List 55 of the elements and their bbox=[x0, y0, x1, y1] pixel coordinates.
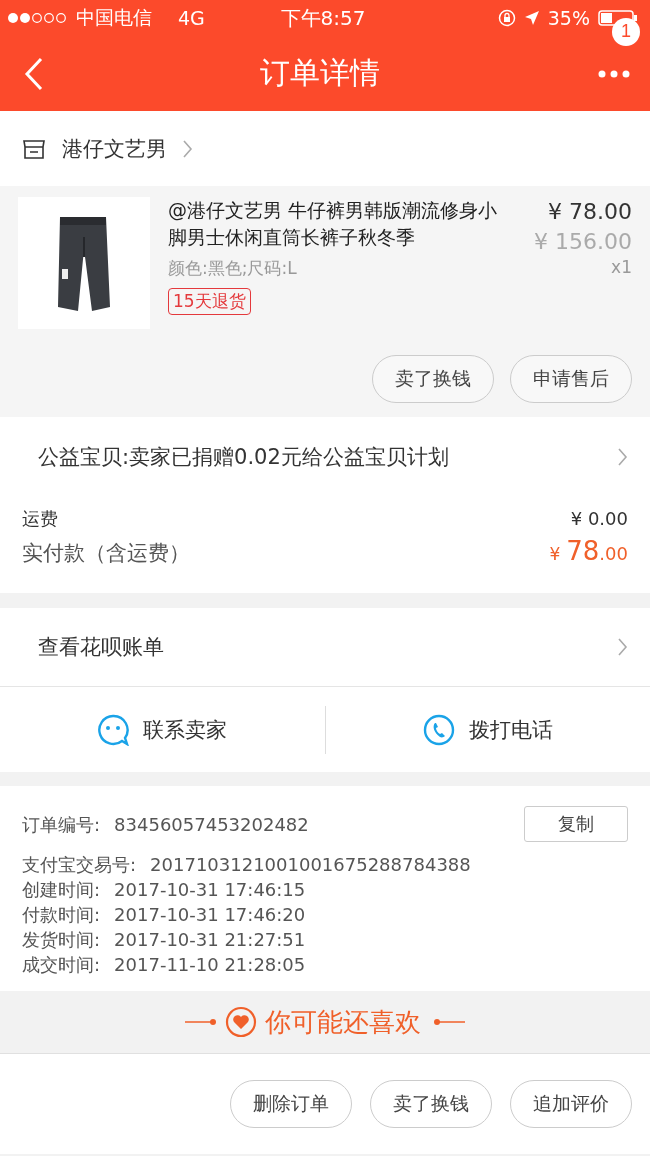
info-value: 2017-10-31 21:27:51 bbox=[114, 928, 306, 952]
signal-icon bbox=[8, 12, 68, 24]
shop-row[interactable]: 港仔文艺男 bbox=[0, 111, 650, 186]
chat-face-icon bbox=[97, 713, 130, 746]
shop-name: 港仔文艺男 bbox=[62, 135, 167, 163]
location-arrow-icon bbox=[523, 10, 540, 26]
network-type: 4G bbox=[178, 7, 205, 29]
more-icon bbox=[598, 69, 630, 78]
action-button[interactable]: 追加评价 bbox=[510, 1080, 632, 1128]
product-quantity: x1 bbox=[610, 257, 632, 277]
bill-row[interactable]: 查看花呗账单 bbox=[0, 608, 650, 687]
bill-link-text: 查看花呗账单 bbox=[38, 634, 164, 661]
store-icon bbox=[22, 137, 46, 160]
chevron-icon bbox=[618, 448, 628, 466]
chevron-icon bbox=[183, 139, 193, 158]
action-button[interactable]: 卖了换钱 bbox=[372, 355, 494, 403]
product-variant: 颜色:黑色;尺码:L bbox=[168, 257, 297, 280]
action-button[interactable]: 申请售后 bbox=[510, 355, 632, 403]
info-label: 创建时间: bbox=[22, 878, 101, 902]
info-label: 支付宝交易号: bbox=[22, 853, 137, 877]
product-title: @港仔文艺男 牛仔裤男韩版潮流修身小脚男士休闲直筒长裤子秋冬季 bbox=[168, 198, 499, 250]
action-button[interactable]: 删除订单 bbox=[230, 1080, 352, 1128]
phone-icon bbox=[422, 713, 455, 746]
shipping-label: 运费 bbox=[22, 507, 58, 531]
copy-button[interactable]: 复制 bbox=[524, 806, 628, 842]
status-time: 下午8:57 bbox=[280, 4, 366, 32]
action-button[interactable]: 卖了换钱 bbox=[370, 1080, 492, 1128]
left-ornament-icon bbox=[185, 1018, 217, 1026]
rotation-lock-icon bbox=[497, 9, 516, 27]
section-title: 你可能还喜欢 bbox=[265, 1005, 421, 1039]
notification-badge: 1 bbox=[612, 17, 640, 46]
info-value: 2017103121001001675288784388 bbox=[150, 853, 471, 877]
info-label: 付款时间: bbox=[22, 903, 101, 927]
info-value: 2017-10-31 17:46:15 bbox=[114, 878, 306, 902]
info-value: 2017-11-10 21:28:05 bbox=[114, 953, 306, 977]
return-policy-tag: 15天退货 bbox=[168, 288, 251, 315]
info-label: 成交时间: bbox=[22, 953, 101, 977]
paid-label: 实付款（含运费） bbox=[22, 540, 190, 567]
back-button[interactable] bbox=[24, 56, 44, 91]
info-label: 订单编号: bbox=[22, 812, 101, 837]
product-price: ¥ 78.00 bbox=[547, 198, 632, 226]
charity-text: 公益宝贝:卖家已捐赠0.02元给公益宝贝计划 bbox=[38, 444, 449, 471]
original-price: ¥ 156.00 bbox=[533, 228, 632, 256]
battery-percent: 35% bbox=[547, 7, 590, 29]
back-icon bbox=[24, 56, 44, 91]
charity-row[interactable]: 公益宝贝:卖家已捐赠0.02元给公益宝贝计划 bbox=[0, 417, 650, 497]
page-title: 订单详情 bbox=[259, 54, 381, 92]
shipping-fee: ¥ 0.00 bbox=[570, 508, 628, 529]
right-ornament-icon bbox=[433, 1018, 465, 1026]
info-value: 2017-10-31 17:46:20 bbox=[114, 903, 306, 927]
chevron-icon bbox=[618, 638, 628, 656]
info-value: 83456057453202482 bbox=[114, 812, 309, 837]
carrier-name: 中国电信 bbox=[76, 5, 152, 30]
info-label: 发货时间: bbox=[22, 928, 101, 952]
paid-amount: ¥ 78.00 bbox=[549, 536, 628, 566]
